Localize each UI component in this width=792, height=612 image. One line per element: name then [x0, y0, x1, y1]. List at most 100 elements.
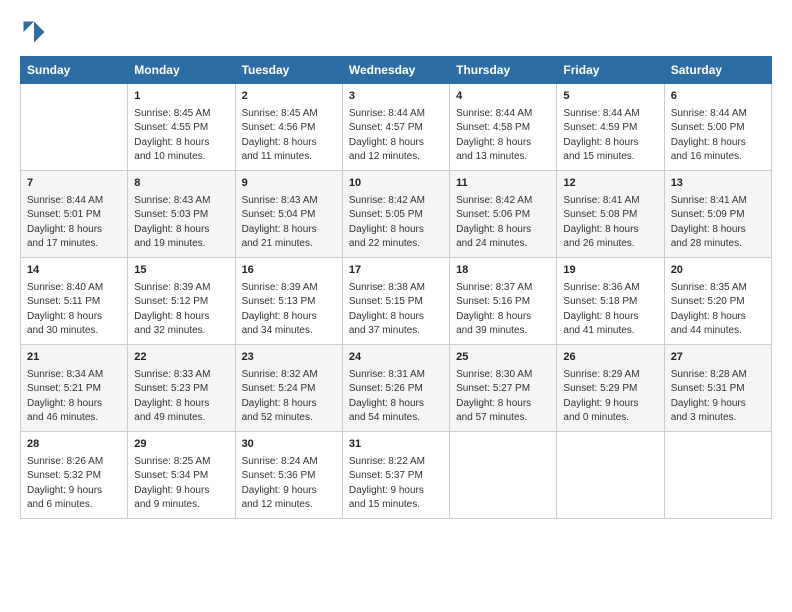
day-number: 11	[456, 176, 550, 192]
day-info: Sunrise: 8:36 AM Sunset: 5:18 PM Dayligh…	[563, 281, 657, 339]
calendar-table: SundayMondayTuesdayWednesdayThursdayFrid…	[20, 56, 772, 519]
day-number: 24	[349, 350, 443, 366]
day-info: Sunrise: 8:45 AM Sunset: 4:55 PM Dayligh…	[134, 107, 228, 165]
calendar-cell: 13 Sunrise: 8:41 AM Sunset: 5:09 PM Dayli…	[664, 170, 771, 257]
day-info: Sunrise: 8:39 AM Sunset: 5:12 PM Dayligh…	[134, 281, 228, 339]
calendar-cell: 4 Sunrise: 8:44 AM Sunset: 4:58 PM Daylig…	[450, 84, 557, 171]
day-info: Sunrise: 8:22 AM Sunset: 5:37 PM Dayligh…	[349, 455, 443, 513]
day-number: 19	[563, 263, 657, 279]
day-number: 14	[27, 263, 121, 279]
day-number: 10	[349, 176, 443, 192]
calendar-cell	[557, 431, 664, 518]
calendar-cell: 28 Sunrise: 8:26 AM Sunset: 5:32 PM Dayli…	[21, 431, 128, 518]
week-row-4: 21 Sunrise: 8:34 AM Sunset: 5:21 PM Dayli…	[21, 344, 772, 431]
calendar-cell: 15Sunrise: 8:39 AM Sunset: 5:12 PM Dayli…	[128, 257, 235, 344]
day-info: Sunrise: 8:44 AM Sunset: 5:00 PM Dayligh…	[671, 107, 765, 165]
day-number: 3	[349, 89, 443, 105]
calendar-cell: 25 Sunrise: 8:30 AM Sunset: 5:27 PM Dayli…	[450, 344, 557, 431]
day-number: 17	[349, 263, 443, 279]
day-info: Sunrise: 8:26 AM Sunset: 5:32 PM Dayligh…	[27, 455, 121, 513]
day-info: Sunrise: 8:24 AM Sunset: 5:36 PM Dayligh…	[242, 455, 336, 513]
calendar-cell: 24 Sunrise: 8:31 AM Sunset: 5:26 PM Dayli…	[342, 344, 449, 431]
column-header-monday: Monday	[128, 57, 235, 84]
day-info: Sunrise: 8:42 AM Sunset: 5:05 PM Dayligh…	[349, 194, 443, 252]
calendar-cell: 17 Sunrise: 8:38 AM Sunset: 5:15 PM Dayli…	[342, 257, 449, 344]
column-header-sunday: Sunday	[21, 57, 128, 84]
day-number: 6	[671, 89, 765, 105]
column-header-tuesday: Tuesday	[235, 57, 342, 84]
calendar-cell: 19 Sunrise: 8:36 AM Sunset: 5:18 PM Dayli…	[557, 257, 664, 344]
day-info: Sunrise: 8:42 AM Sunset: 5:06 PM Dayligh…	[456, 194, 550, 252]
calendar-header-row: SundayMondayTuesdayWednesdayThursdayFrid…	[21, 57, 772, 84]
day-info: Sunrise: 8:34 AM Sunset: 5:21 PM Dayligh…	[27, 368, 121, 426]
day-info: Sunrise: 8:43 AM Sunset: 5:03 PM Dayligh…	[134, 194, 228, 252]
day-number: 31	[349, 437, 443, 453]
day-number: 1	[134, 89, 228, 105]
day-info: Sunrise: 8:30 AM Sunset: 5:27 PM Dayligh…	[456, 368, 550, 426]
day-number: 28	[27, 437, 121, 453]
week-row-1: 1 Sunrise: 8:45 AM Sunset: 4:55 PM Daylig…	[21, 84, 772, 171]
day-info: Sunrise: 8:44 AM Sunset: 4:58 PM Dayligh…	[456, 107, 550, 165]
calendar-cell	[21, 84, 128, 171]
day-number: 2	[242, 89, 336, 105]
calendar-cell: 5Sunrise: 8:44 AM Sunset: 4:59 PM Daylig…	[557, 84, 664, 171]
day-number: 22	[134, 350, 228, 366]
day-number: 7	[27, 176, 121, 192]
day-number: 12	[563, 176, 657, 192]
day-info: Sunrise: 8:33 AM Sunset: 5:23 PM Dayligh…	[134, 368, 228, 426]
week-row-3: 14 Sunrise: 8:40 AM Sunset: 5:11 PM Dayli…	[21, 257, 772, 344]
day-number: 18	[456, 263, 550, 279]
column-header-saturday: Saturday	[664, 57, 771, 84]
day-info: Sunrise: 8:45 AM Sunset: 4:56 PM Dayligh…	[242, 107, 336, 165]
calendar-cell: 14 Sunrise: 8:40 AM Sunset: 5:11 PM Dayli…	[21, 257, 128, 344]
week-row-5: 28 Sunrise: 8:26 AM Sunset: 5:32 PM Dayli…	[21, 431, 772, 518]
day-info: Sunrise: 8:31 AM Sunset: 5:26 PM Dayligh…	[349, 368, 443, 426]
day-info: Sunrise: 8:40 AM Sunset: 5:11 PM Dayligh…	[27, 281, 121, 339]
logo	[20, 18, 52, 46]
day-number: 20	[671, 263, 765, 279]
week-row-2: 7 Sunrise: 8:44 AM Sunset: 5:01 PM Daylig…	[21, 170, 772, 257]
day-number: 8	[134, 176, 228, 192]
day-number: 21	[27, 350, 121, 366]
day-info: Sunrise: 8:41 AM Sunset: 5:08 PM Dayligh…	[563, 194, 657, 252]
calendar-cell: 23Sunrise: 8:32 AM Sunset: 5:24 PM Dayli…	[235, 344, 342, 431]
calendar-cell: 8 Sunrise: 8:43 AM Sunset: 5:03 PM Daylig…	[128, 170, 235, 257]
day-info: Sunrise: 8:41 AM Sunset: 5:09 PM Dayligh…	[671, 194, 765, 252]
calendar-cell: 1 Sunrise: 8:45 AM Sunset: 4:55 PM Daylig…	[128, 84, 235, 171]
day-number: 29	[134, 437, 228, 453]
day-info: Sunrise: 8:43 AM Sunset: 5:04 PM Dayligh…	[242, 194, 336, 252]
header	[20, 18, 772, 46]
day-info: Sunrise: 8:38 AM Sunset: 5:15 PM Dayligh…	[349, 281, 443, 339]
day-info: Sunrise: 8:44 AM Sunset: 4:57 PM Dayligh…	[349, 107, 443, 165]
calendar-cell: 27Sunrise: 8:28 AM Sunset: 5:31 PM Dayli…	[664, 344, 771, 431]
day-info: Sunrise: 8:29 AM Sunset: 5:29 PM Dayligh…	[563, 368, 657, 426]
calendar-cell: 21 Sunrise: 8:34 AM Sunset: 5:21 PM Dayli…	[21, 344, 128, 431]
day-number: 25	[456, 350, 550, 366]
calendar-cell: 22 Sunrise: 8:33 AM Sunset: 5:23 PM Dayli…	[128, 344, 235, 431]
day-number: 13	[671, 176, 765, 192]
column-header-thursday: Thursday	[450, 57, 557, 84]
day-number: 5	[563, 89, 657, 105]
day-info: Sunrise: 8:44 AM Sunset: 5:01 PM Dayligh…	[27, 194, 121, 252]
column-header-friday: Friday	[557, 57, 664, 84]
day-info: Sunrise: 8:35 AM Sunset: 5:20 PM Dayligh…	[671, 281, 765, 339]
calendar-cell: 9Sunrise: 8:43 AM Sunset: 5:04 PM Daylig…	[235, 170, 342, 257]
calendar-cell: 18 Sunrise: 8:37 AM Sunset: 5:16 PM Dayli…	[450, 257, 557, 344]
calendar-cell: 30 Sunrise: 8:24 AM Sunset: 5:36 PM Dayli…	[235, 431, 342, 518]
page: SundayMondayTuesdayWednesdayThursdayFrid…	[0, 0, 792, 529]
calendar-cell: 29 Sunrise: 8:25 AM Sunset: 5:34 PM Dayli…	[128, 431, 235, 518]
day-number: 30	[242, 437, 336, 453]
day-info: Sunrise: 8:37 AM Sunset: 5:16 PM Dayligh…	[456, 281, 550, 339]
calendar-cell	[450, 431, 557, 518]
column-header-wednesday: Wednesday	[342, 57, 449, 84]
calendar-cell: 10 Sunrise: 8:42 AM Sunset: 5:05 PM Dayli…	[342, 170, 449, 257]
calendar-cell: 11 Sunrise: 8:42 AM Sunset: 5:06 PM Dayli…	[450, 170, 557, 257]
calendar-cell: 6 Sunrise: 8:44 AM Sunset: 5:00 PM Daylig…	[664, 84, 771, 171]
day-number: 4	[456, 89, 550, 105]
calendar-cell: 2 Sunrise: 8:45 AM Sunset: 4:56 PM Daylig…	[235, 84, 342, 171]
day-info: Sunrise: 8:28 AM Sunset: 5:31 PM Dayligh…	[671, 368, 765, 426]
calendar-cell: 12 Sunrise: 8:41 AM Sunset: 5:08 PM Dayli…	[557, 170, 664, 257]
day-info: Sunrise: 8:25 AM Sunset: 5:34 PM Dayligh…	[134, 455, 228, 513]
calendar-cell: 16Sunrise: 8:39 AM Sunset: 5:13 PM Dayli…	[235, 257, 342, 344]
day-number: 16	[242, 263, 336, 279]
